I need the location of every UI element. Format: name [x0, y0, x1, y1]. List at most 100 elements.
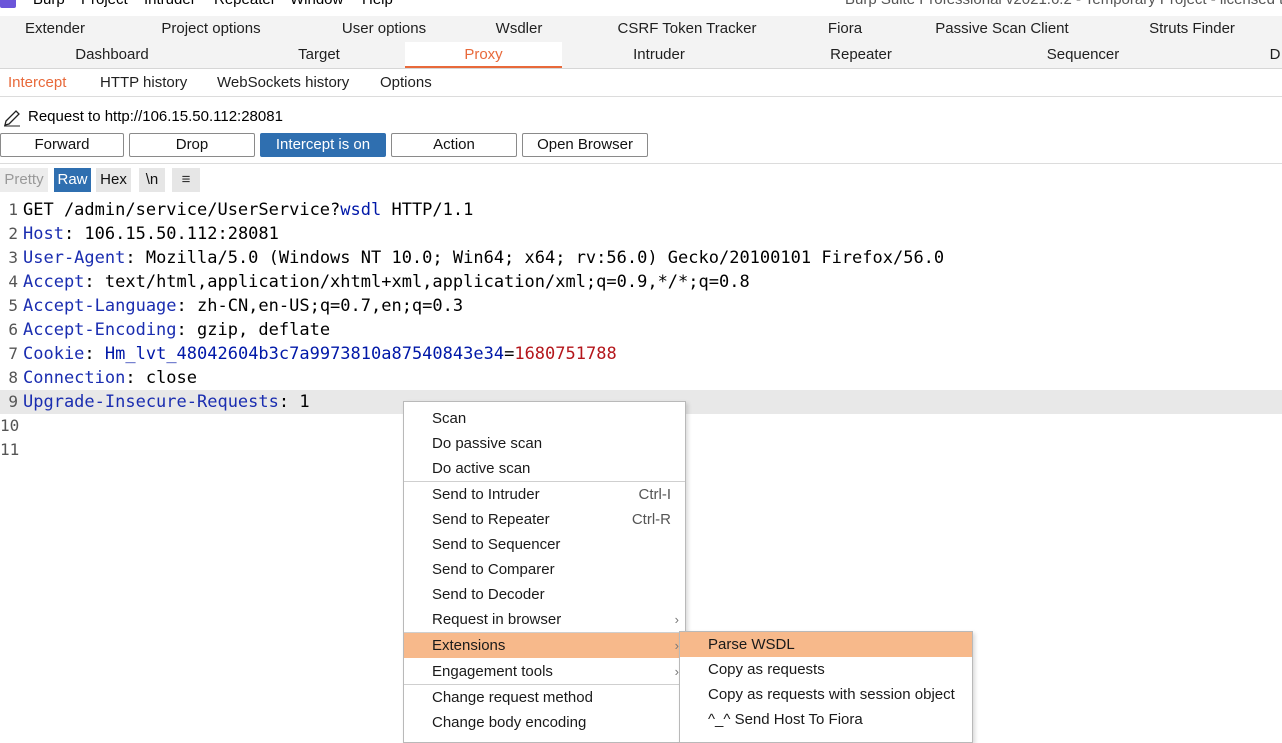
editor-line[interactable]: 8 Connection: close	[0, 366, 1282, 390]
menu-window[interactable]: Window	[290, 0, 343, 8]
header-name: Host	[23, 224, 64, 244]
menu-item-engagement-tools[interactable]: Engagement tools ›	[404, 659, 685, 684]
text-segment: HTTP/1.1	[381, 200, 474, 220]
newline-toggle-button[interactable]: \n	[139, 168, 165, 192]
forward-button[interactable]: Forward	[0, 133, 124, 157]
subtab-intercept[interactable]: Intercept	[8, 70, 66, 96]
pencil-icon[interactable]	[2, 108, 22, 128]
toolbar-divider	[0, 163, 1282, 164]
submenu-item-label: Copy as requests with session object	[708, 686, 955, 703]
line-number: 2	[8, 224, 18, 243]
editor-line[interactable]: 1 GET /admin/service/UserService?wsdl HTT…	[0, 198, 1282, 222]
menu-item-change-body-encoding[interactable]: Change body encoding	[404, 710, 685, 735]
editor-line[interactable]: 5 Accept-Language: zh-CN,en-US;q=0.7,en;q…	[0, 294, 1282, 318]
line-number: 11	[0, 440, 20, 459]
param-name: wsdl	[340, 200, 382, 220]
subtab-http-history[interactable]: HTTP history	[100, 70, 187, 96]
menu-item-extensions[interactable]: Extensions ›	[404, 633, 685, 658]
menu-item-label: Change body encoding	[432, 714, 587, 731]
text-segment: : text/html,application/xhtml+xml,applic…	[84, 272, 750, 292]
menu-item-send-to-intruder[interactable]: Send to Intruder Ctrl-I	[404, 482, 685, 507]
menu-item-request-in-browser[interactable]: Request in browser ›	[404, 607, 685, 632]
tab-dashboard[interactable]: Dashboard	[40, 42, 184, 68]
extensions-submenu: Parse WSDL Copy as requests Copy as reques…	[679, 631, 973, 743]
menu-item-label: Send to Intruder	[432, 486, 540, 503]
submenu-item-label: Copy as requests	[708, 661, 825, 678]
proxy-subtabs: Intercept HTTP history WebSockets histor…	[0, 70, 1282, 97]
header-name: Connection	[23, 368, 126, 388]
submenu-item-copy-as-requests[interactable]: Copy as requests	[680, 657, 972, 682]
title-bar: Burp Project Intruder Repeater Window He…	[0, 0, 1282, 10]
line-content: Connection: close	[23, 366, 197, 390]
menu-burp[interactable]: Burp	[33, 0, 65, 8]
line-number: 4	[8, 272, 18, 291]
submenu-item-copy-as-requests-with-session-object[interactable]: Copy as requests with session object	[680, 682, 972, 707]
subtab-websockets-history[interactable]: WebSockets history	[217, 70, 349, 96]
tab-fiora[interactable]: Fiora	[810, 16, 880, 42]
tab-pretty[interactable]: Pretty	[0, 168, 48, 192]
intercept-toggle-button[interactable]: Intercept is on	[260, 133, 386, 157]
text-segment: : close	[125, 368, 198, 388]
menu-item-send-to-sequencer[interactable]: Send to Sequencer	[404, 532, 685, 557]
submenu-item-send-host-to-fiora[interactable]: ^_^ Send Host To Fiora	[680, 707, 972, 732]
menu-item-scan[interactable]: Scan	[404, 406, 685, 431]
tab-struts-finder[interactable]: Struts Finder	[1134, 16, 1250, 42]
menu-item-label: Do passive scan	[432, 435, 543, 452]
menu-item-send-to-repeater[interactable]: Send to Repeater Ctrl-R	[404, 507, 685, 532]
drop-button[interactable]: Drop	[129, 133, 255, 157]
text-segment: : 1	[278, 392, 310, 412]
menu-item-send-to-decoder[interactable]: Send to Decoder	[404, 582, 685, 607]
editor-line[interactable]: 6 Accept-Encoding: gzip, deflate	[0, 318, 1282, 342]
tab-csrf-token-tracker[interactable]: CSRF Token Tracker	[608, 16, 766, 42]
tab-decoder-partial[interactable]: D	[1268, 42, 1282, 68]
menu-repeater[interactable]: Repeater	[214, 0, 276, 8]
submenu-item-parse-wsdl[interactable]: Parse WSDL	[680, 632, 972, 657]
line-number: 9	[8, 392, 18, 411]
menu-item-change-request-method[interactable]: Change request method	[404, 685, 685, 710]
line-number: 10	[0, 416, 20, 435]
open-browser-button[interactable]: Open Browser	[522, 133, 648, 157]
menu-item-label: Send to Decoder	[432, 586, 545, 603]
line-number: 3	[8, 248, 18, 267]
text-segment: : Mozilla/5.0 (Windows NT 10.0; Win64; x…	[125, 248, 945, 268]
tab-extender[interactable]: Extender	[0, 16, 110, 42]
tab-proxy[interactable]: Proxy	[405, 42, 562, 68]
editor-line[interactable]: 7 Cookie: Hm_lvt_48042604b3c7a9973810a875…	[0, 342, 1282, 366]
line-number: 8	[8, 368, 18, 387]
editor-line[interactable]: 2 Host: 106.15.50.112:28081	[0, 222, 1282, 246]
window-title: Burp Suite Professional v2021.6.2 - Temp…	[845, 0, 1282, 8]
header-name: User-Agent	[23, 248, 126, 268]
param-value: 1680751788	[514, 344, 617, 364]
tab-wsdler[interactable]: Wsdler	[478, 16, 560, 42]
text-segment: :	[84, 344, 105, 364]
editor-line[interactable]: 3 User-Agent: Mozilla/5.0 (Windows NT 10.…	[0, 246, 1282, 270]
hamburger-menu-icon[interactable]: ≡	[172, 168, 200, 192]
subtab-options[interactable]: Options	[380, 70, 432, 96]
menu-item-send-to-comparer[interactable]: Send to Comparer	[404, 557, 685, 582]
menu-item-label: Request in browser	[432, 611, 562, 628]
submenu-item-label: ^_^ Send Host To Fiora	[708, 711, 863, 728]
text-segment: =	[504, 344, 515, 364]
text-segment: : 106.15.50.112:28081	[63, 224, 279, 244]
menu-project[interactable]: Project	[81, 0, 128, 8]
burp-logo-icon	[0, 0, 16, 8]
tab-hex[interactable]: Hex	[96, 168, 131, 192]
tab-intruder[interactable]: Intruder	[600, 42, 718, 68]
menu-help[interactable]: Help	[362, 0, 393, 8]
menu-item-do-passive-scan[interactable]: Do passive scan	[404, 431, 685, 456]
tab-target[interactable]: Target	[260, 42, 378, 68]
tab-repeater[interactable]: Repeater	[800, 42, 922, 68]
action-button[interactable]: Action	[391, 133, 517, 157]
editor-line[interactable]: 4 Accept: text/html,application/xhtml+xml…	[0, 270, 1282, 294]
tab-passive-scan-client[interactable]: Passive Scan Client	[924, 16, 1080, 42]
chevron-right-icon: ›	[674, 612, 679, 627]
menu-item-label: Do active scan	[432, 460, 531, 477]
menu-item-do-active-scan[interactable]: Do active scan	[404, 456, 685, 481]
tab-project-options[interactable]: Project options	[140, 16, 282, 42]
tab-raw[interactable]: Raw	[54, 168, 91, 192]
tab-sequencer[interactable]: Sequencer	[1022, 42, 1144, 68]
line-number: 1	[8, 200, 18, 219]
menu-intruder[interactable]: Intruder	[144, 0, 196, 8]
tab-user-options[interactable]: User options	[322, 16, 446, 42]
menu-item-label: Engagement tools	[432, 663, 553, 680]
